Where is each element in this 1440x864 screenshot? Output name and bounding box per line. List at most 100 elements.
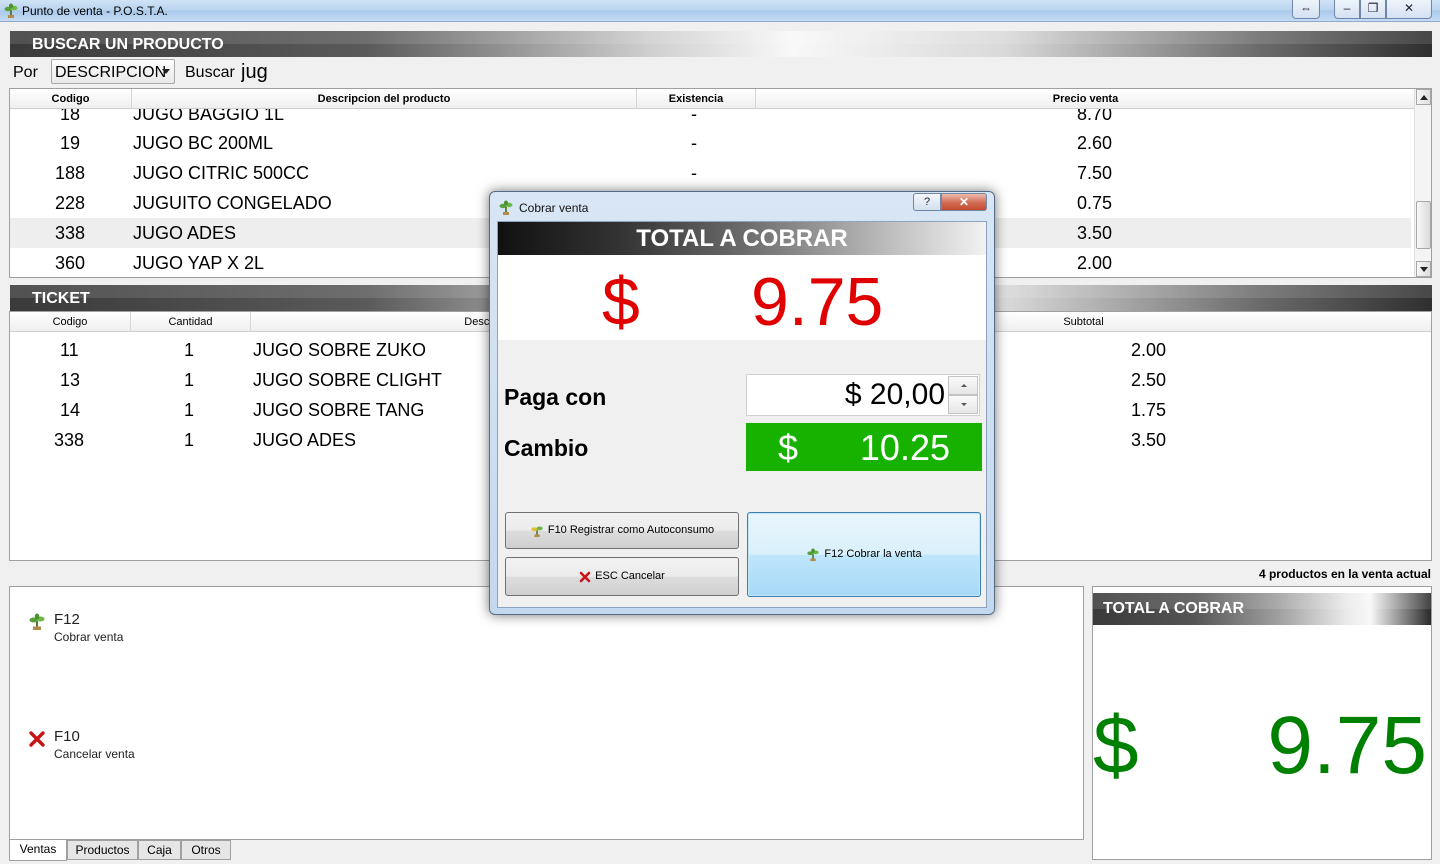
cell-codigo: 338 [54, 430, 85, 450]
col-header-codigo[interactable]: Codigo [10, 312, 131, 332]
chevron-down-icon [162, 69, 170, 74]
col-header-existencia-label: Existencia [637, 89, 756, 109]
dialog-body: TOTAL A COBRAR $ 9.75 Paga con Cambio $ … [497, 221, 987, 608]
cell-cantidad: 1 [184, 370, 195, 390]
products-scrollbar[interactable] [1414, 89, 1431, 277]
arrow-up-icon [961, 384, 967, 387]
shortcuts-panel: F12 Cobrar venta F10 Cancelar venta [9, 586, 1084, 840]
cell-descripcion: JUGUITO CONGELADO [133, 193, 332, 213]
cell-codigo: 360 [55, 253, 86, 273]
pay-increment-button[interactable] [948, 376, 978, 395]
total-panel-header: TOTAL A COBRAR [1093, 593, 1431, 625]
shortcut-key: F10 [54, 728, 80, 745]
cell-codigo: 11 [60, 340, 79, 360]
total-currency: $ [1093, 700, 1139, 791]
cell-existencia: - [691, 133, 697, 153]
cell-cantidad: 1 [184, 430, 195, 450]
search-by-select[interactable]: DESCRIPCION [51, 59, 175, 84]
cell-codigo: 13 [60, 370, 81, 390]
cell-subtotal: 2.00 [1131, 340, 1167, 360]
cell-descripcion: JUGO BC 200ML [133, 133, 274, 153]
dialog-close-button[interactable]: ✕ [941, 193, 987, 211]
shortcut-key: F12 [54, 611, 80, 628]
products-header-overlay: Codigo Descripcion del producto Existenc… [10, 89, 1415, 109]
table-row[interactable]: 19 JUGO BC 200ML - 2.60 [10, 128, 1415, 158]
maximize-button[interactable]: ❐ [1360, 0, 1386, 19]
cell-descripcion: JUGO CITRIC 500CC [133, 163, 310, 183]
tab-productos[interactable]: Productos [67, 840, 138, 860]
cell-cantidad: 1 [184, 340, 195, 360]
cell-cantidad: 1 [184, 400, 195, 420]
cell-codigo: 338 [55, 223, 86, 243]
minimize-button[interactable]: – [1334, 0, 1360, 19]
cell-precio: 2.00 [1077, 253, 1113, 273]
autoconsumo-button[interactable]: F10 Registrar como Autoconsumo [505, 512, 739, 549]
cell-subtotal: 2.50 [1131, 370, 1167, 390]
money-plant-icon [807, 547, 820, 561]
cell-codigo: 188 [55, 163, 86, 183]
cancel-label: ESC Cancelar [595, 570, 665, 582]
search-section-title: BUSCAR UN PRODUCTO [32, 36, 224, 53]
autoconsumo-label: F10 Registrar como Autoconsumo [547, 524, 715, 536]
dialog-total-amount: $ 9.75 [498, 255, 986, 340]
cell-subtotal: 3.50 [1131, 430, 1167, 450]
total-panel-title: TOTAL A COBRAR [1103, 600, 1245, 617]
money-plant-icon [29, 613, 45, 630]
change-label: Cambio [504, 435, 589, 461]
dialog-help-button[interactable]: ? [913, 193, 941, 211]
dialog-total-currency: $ [602, 264, 640, 340]
cell-precio: 0.75 [1077, 193, 1113, 213]
col-header-precio-label: Precio venta [1052, 93, 1119, 105]
shortcut-desc: Cancelar venta [54, 747, 135, 761]
total-panel: TOTAL A COBRAR $ 9.75 [1092, 586, 1432, 860]
arrow-down-icon [1420, 267, 1428, 272]
tab-otros[interactable]: Otros [181, 840, 231, 860]
cobrar-venta-button[interactable]: F12 Cobrar la venta [747, 512, 981, 597]
cell-subtotal: 1.75 [1131, 400, 1167, 420]
cell-descripcion: JUGO ADES [133, 223, 237, 243]
red-x-icon [579, 571, 591, 582]
search-label: Buscar [185, 64, 235, 81]
dialog-total-value: 9.75 [751, 264, 884, 340]
cell-existencia: - [691, 163, 697, 183]
tab-ventas[interactable]: Ventas [9, 840, 67, 861]
app-plant-icon [4, 3, 18, 18]
arrow-up-icon [1420, 95, 1428, 100]
tab-caja[interactable]: Caja [138, 840, 181, 860]
cobrar-label: F12 Cobrar la venta [824, 548, 922, 560]
search-section-header: BUSCAR UN PRODUCTO [10, 31, 1432, 57]
window-title: Punto de venta - P.O.S.T.A. [22, 4, 168, 18]
cell-descripcion: JUGO SOBRE TANG [253, 400, 425, 420]
cancel-button[interactable]: ESC Cancelar [505, 557, 739, 596]
swap-window-button[interactable]: ⇔ [1292, 0, 1320, 19]
scroll-up-button[interactable] [1416, 89, 1431, 105]
money-plant-icon [531, 525, 543, 537]
arrow-down-icon [961, 403, 967, 406]
red-x-icon [29, 731, 45, 747]
pay-with-input[interactable] [749, 377, 949, 413]
change-currency: $ [778, 427, 799, 468]
col-header-codigo-label: Codigo [10, 89, 132, 109]
close-window-button[interactable]: ✕ [1386, 0, 1432, 19]
col-header-cantidad[interactable]: Cantidad [131, 312, 251, 332]
dialog-title: Cobrar venta [519, 201, 589, 215]
scroll-thumb[interactable] [1416, 201, 1431, 249]
search-by-label: Por [13, 64, 38, 81]
cell-precio: 2.60 [1077, 133, 1113, 153]
total-amount: 9.75 [1267, 700, 1427, 791]
dialog-total-header: TOTAL A COBRAR [498, 222, 986, 255]
scroll-down-button[interactable] [1416, 261, 1431, 277]
ticket-section-title: TICKET [32, 290, 90, 307]
cell-precio: 7.50 [1077, 163, 1113, 183]
cell-descripcion: JUGO ADES [253, 430, 357, 450]
cell-codigo: 14 [60, 400, 81, 420]
search-by-value: DESCRIPCION [55, 64, 167, 81]
shortcut-desc: Cobrar venta [54, 630, 124, 644]
table-row[interactable]: 188 JUGO CITRIC 500CC - 7.50 [10, 158, 1415, 188]
cell-descripcion: JUGO SOBRE ZUKO [253, 340, 427, 360]
pay-with-label: Paga con [504, 384, 607, 410]
cell-codigo: 19 [60, 133, 81, 153]
search-input[interactable] [239, 59, 1429, 85]
change-value: 10.25 [859, 427, 950, 468]
pay-decrement-button[interactable] [948, 395, 978, 414]
